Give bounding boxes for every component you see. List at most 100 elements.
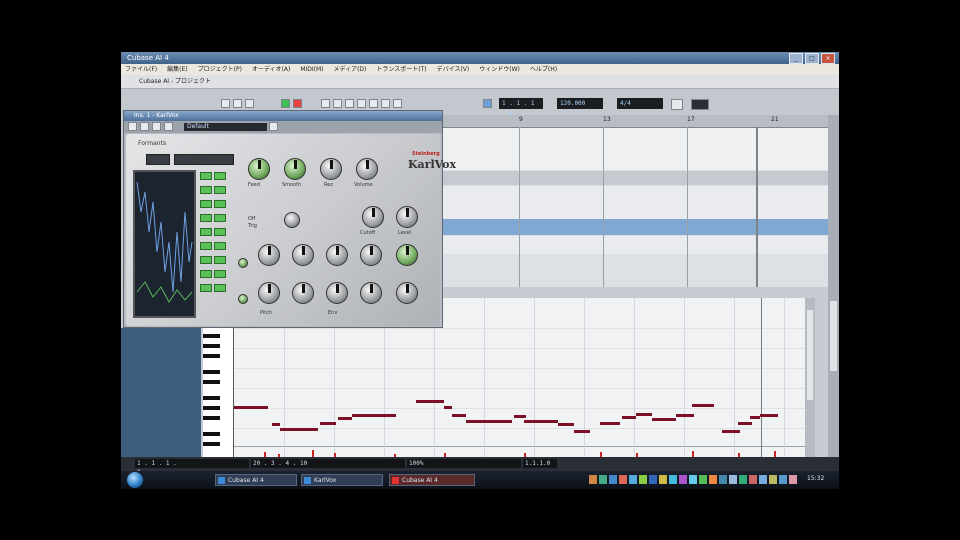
tray-icon[interactable] <box>659 475 667 484</box>
env-knob[interactable] <box>258 282 280 304</box>
step-led[interactable] <box>214 228 226 236</box>
sustain-knob[interactable] <box>326 244 348 266</box>
tray-icon[interactable] <box>689 475 697 484</box>
step-led[interactable] <box>200 200 212 208</box>
tray-icon[interactable] <box>649 475 657 484</box>
midi-note[interactable] <box>514 415 526 418</box>
toggle-led[interactable] <box>238 294 248 304</box>
menu-project[interactable]: プロジェクト(P) <box>198 64 242 75</box>
toggle-led[interactable] <box>238 258 248 268</box>
menu-file[interactable]: ファイル(F) <box>125 64 157 75</box>
maximize-button[interactable]: □ <box>805 53 819 64</box>
play-button[interactable] <box>281 99 290 108</box>
tray-icon[interactable] <box>679 475 687 484</box>
position-display[interactable]: 1 . 1 . 1 . 0 <box>499 98 543 118</box>
midi-note[interactable] <box>692 404 714 407</box>
menu-edit[interactable]: 編集(E) <box>167 64 187 75</box>
preset-menu-button[interactable] <box>269 122 278 131</box>
decay-knob[interactable] <box>292 244 314 266</box>
tray-icon[interactable] <box>619 475 627 484</box>
release-knob[interactable] <box>360 244 382 266</box>
step-led[interactable] <box>200 228 212 236</box>
split-tool-icon[interactable] <box>357 99 366 108</box>
depth-knob[interactable] <box>360 282 382 304</box>
midi-note[interactable] <box>320 422 336 425</box>
glue-tool-icon[interactable] <box>369 99 378 108</box>
midi-note[interactable] <box>452 414 466 417</box>
black-key[interactable] <box>203 370 220 374</box>
midi-note[interactable] <box>738 422 752 425</box>
volume-knob[interactable] <box>356 158 378 180</box>
tray-icon[interactable] <box>669 475 677 484</box>
vertical-scrollbar[interactable] <box>828 115 839 485</box>
track-lane[interactable] <box>443 128 828 170</box>
close-button[interactable]: × <box>821 53 835 64</box>
midi-note[interactable] <box>280 428 318 431</box>
tray-icon[interactable] <box>789 475 797 484</box>
status-field[interactable] <box>185 459 249 468</box>
bypass-button[interactable] <box>140 122 149 131</box>
black-key[interactable] <box>203 354 220 358</box>
mode-selector[interactable]: Off Trig <box>248 216 257 230</box>
key-editor-scrollbar[interactable] <box>805 298 815 464</box>
track-lane[interactable] <box>443 236 828 254</box>
step-led[interactable] <box>214 284 226 292</box>
midi-note[interactable] <box>444 406 452 409</box>
feed-knob[interactable] <box>248 158 270 180</box>
tray-icon[interactable] <box>749 475 757 484</box>
midi-note[interactable] <box>574 430 590 433</box>
task-button[interactable]: Cubase AI 4 <box>389 474 475 486</box>
status-left-display[interactable]: 1 . 1 . 1 . 0 <box>135 459 185 476</box>
step-led[interactable] <box>200 270 212 278</box>
midi-note[interactable] <box>466 420 512 423</box>
step-led[interactable] <box>200 214 212 222</box>
rate-knob[interactable] <box>292 282 314 304</box>
track-lane[interactable] <box>443 171 828 185</box>
menu-window[interactable]: ウィンドウ(W) <box>479 64 520 75</box>
metronome-icon[interactable] <box>671 99 683 110</box>
black-key[interactable] <box>203 442 220 446</box>
step-led[interactable] <box>200 256 212 264</box>
tray-icon[interactable] <box>759 475 767 484</box>
snap-toggle[interactable] <box>483 99 492 108</box>
signature-display[interactable]: 4/4 <box>617 98 663 109</box>
midi-part[interactable] <box>443 219 828 235</box>
tray-icon[interactable] <box>699 475 707 484</box>
tempo-display[interactable]: 120.000 <box>557 98 603 109</box>
rewind-button[interactable] <box>221 99 230 108</box>
attack-knob[interactable] <box>258 244 280 266</box>
step-led[interactable] <box>214 200 226 208</box>
black-key[interactable] <box>203 380 220 384</box>
black-key[interactable] <box>203 344 220 348</box>
midi-note[interactable] <box>272 423 280 426</box>
zoom-display[interactable]: 100% <box>407 459 433 468</box>
smooth-knob[interactable] <box>284 158 306 180</box>
timeline-ruler[interactable]: 9 13 17 21 <box>443 115 828 128</box>
forward-button[interactable] <box>233 99 242 108</box>
write-button[interactable] <box>164 122 173 131</box>
status-field[interactable] <box>433 459 477 468</box>
tray-icon[interactable] <box>709 475 717 484</box>
cutoff-knob[interactable] <box>362 206 384 228</box>
midi-note[interactable] <box>636 413 652 416</box>
step-led[interactable] <box>214 256 226 264</box>
mute-tool-icon[interactable] <box>381 99 390 108</box>
mix-knob[interactable] <box>396 244 418 266</box>
step-led[interactable] <box>200 186 212 194</box>
project-cursor[interactable] <box>761 298 762 464</box>
status-mid-display[interactable]: 20 . 3 . 4 . 10 <box>251 459 405 468</box>
midi-note[interactable] <box>352 414 396 417</box>
selector-option[interactable]: Trig <box>248 223 257 230</box>
read-button[interactable] <box>152 122 161 131</box>
status-right-display[interactable]: 1.1.1.0 <box>523 459 557 468</box>
midi-note[interactable] <box>600 422 620 425</box>
object-select-tool-icon[interactable] <box>321 99 330 108</box>
taskbar-clock[interactable]: 15:32 <box>807 475 824 482</box>
plugin-titlebar[interactable]: Ins. 1 - KarlVox <box>124 111 442 121</box>
tray-icon[interactable] <box>639 475 647 484</box>
status-field[interactable] <box>477 459 521 468</box>
step-led[interactable] <box>214 242 226 250</box>
scroll-thumb[interactable] <box>830 301 837 371</box>
tray-icon[interactable] <box>589 475 597 484</box>
midi-note[interactable] <box>524 420 558 423</box>
